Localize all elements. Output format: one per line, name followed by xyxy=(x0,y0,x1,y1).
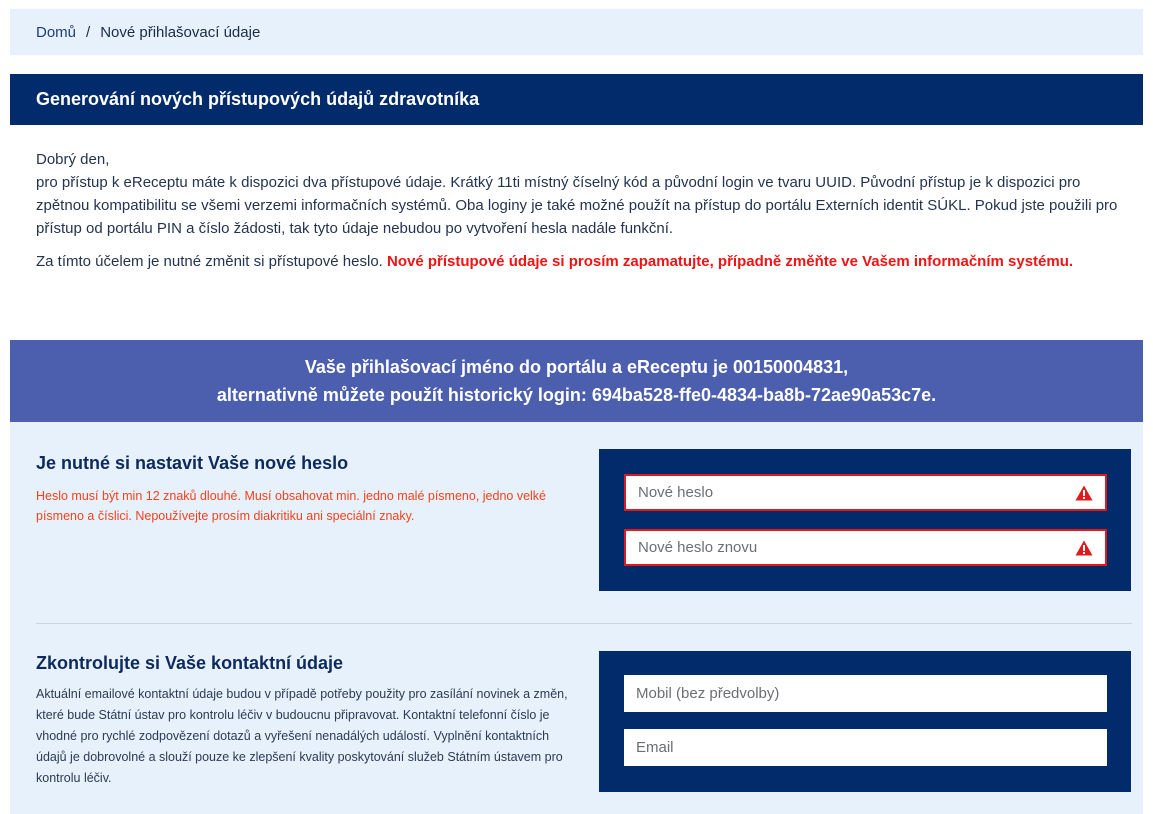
login-banner-line2: alternativně můžete použít historický lo… xyxy=(216,385,937,405)
intro-note-paragraph: Za tímto účelem je nutné změnit si příst… xyxy=(36,250,1126,273)
contact-section-heading: Zkontrolujte si Vaše kontaktní údaje xyxy=(36,653,344,673)
email-placeholder: Email xyxy=(636,739,674,756)
page-title-bar: Generování nových přístupových údajů zdr… xyxy=(10,74,1143,125)
breadcrumb-home-link[interactable]: Domů xyxy=(36,24,76,41)
repeat-password-field[interactable]: Nové heslo znovu xyxy=(624,529,1107,566)
repeat-password-placeholder: Nové heslo znovu xyxy=(638,539,758,556)
warning-triangle-icon xyxy=(1075,485,1093,500)
breadcrumb-separator: / xyxy=(86,23,91,41)
page-title: Generování nových přístupových údajů zdr… xyxy=(36,89,480,109)
section-divider xyxy=(36,623,1132,624)
intro-body: pro přístup k eReceptu máte k dispozici … xyxy=(36,174,1118,237)
new-password-placeholder: Nové heslo xyxy=(638,484,714,501)
intro-warning: Nové přístupové údaje si prosím zapamatu… xyxy=(387,253,1074,270)
breadcrumb: Domů / Nové přihlašovací údaje xyxy=(10,9,1143,55)
password-panel: Nové heslo Nové heslo znovu xyxy=(599,449,1131,591)
login-banner-line1: Vaše přihlašovací jméno do portálu a eRe… xyxy=(304,357,849,377)
contact-panel: Mobil (bez předvolby) Email xyxy=(599,651,1131,792)
intro-note: Za tímto účelem je nutné změnit si příst… xyxy=(36,253,387,270)
contact-description: Aktuální emailové kontaktní údaje budou … xyxy=(36,687,568,785)
warning-triangle-icon xyxy=(1075,540,1093,555)
login-info-banner: Vaše přihlašovací jméno do portálu a eRe… xyxy=(10,340,1143,422)
mobile-field[interactable]: Mobil (bez předvolby) xyxy=(624,675,1107,712)
breadcrumb-current: Nové přihlašovací údaje xyxy=(100,23,261,41)
password-rules: Heslo musí být min 12 znaků dlouhé. Musí… xyxy=(36,489,546,523)
new-password-field[interactable]: Nové heslo xyxy=(624,474,1107,511)
intro-greeting: Dobrý den, xyxy=(36,151,110,168)
mobile-placeholder: Mobil (bez předvolby) xyxy=(636,685,780,702)
intro-text: Dobrý den, pro přístup k eReceptu máte k… xyxy=(36,148,1126,273)
password-section-heading: Je nutné si nastavit Vaše nové heslo xyxy=(36,453,349,473)
email-field[interactable]: Email xyxy=(624,729,1107,766)
